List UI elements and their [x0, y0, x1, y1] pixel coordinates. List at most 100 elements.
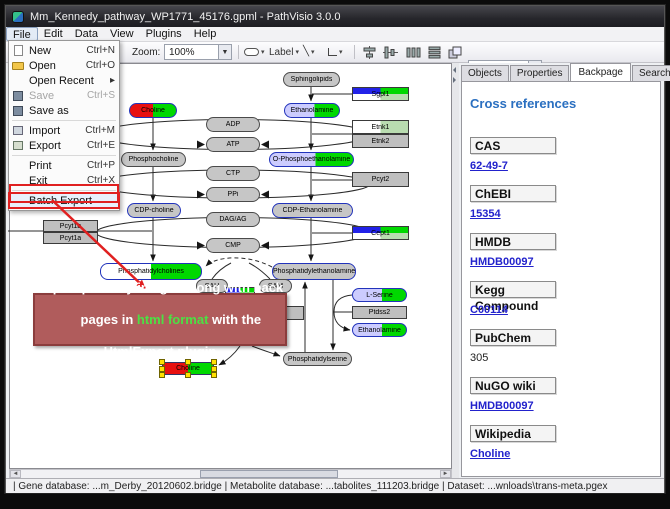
file-menu-item-new[interactable]: NewCtrl+N — [9, 43, 119, 58]
chevron-down-icon[interactable]: ▼ — [218, 45, 231, 59]
tab-search[interactable]: Search — [632, 65, 670, 81]
pathway-node-choline-top[interactable]: Choline — [129, 103, 177, 118]
pathway-node-o-phosphoethanolamine[interactable]: O-Phosphoethanolamine — [269, 152, 354, 167]
align-center-horizontal-icon — [362, 46, 377, 59]
batch-export-highlight-box — [9, 184, 119, 203]
file-menu-item-open-recent[interactable]: Open Recent▸ — [9, 73, 119, 88]
chevron-down-icon[interactable]: ▾ — [311, 48, 315, 56]
pathway-node-pcyt2[interactable]: Pcyt2 — [352, 172, 409, 187]
pathway-node-cdp-choline[interactable]: CDP-choline — [127, 203, 181, 218]
pathway-node-ethanolamine-bottom[interactable]: Ethanolamine — [352, 323, 407, 337]
align-center-horizontal-button[interactable] — [362, 44, 377, 60]
pathway-node-ctp[interactable]: CTP — [206, 166, 260, 181]
pathway-node-ethanolamine-top[interactable]: Ethanolamine — [284, 103, 340, 118]
selection-handle[interactable] — [159, 372, 165, 378]
pathway-node-phosphocholine[interactable]: Phosphocholine — [121, 152, 186, 167]
cross-reference-link[interactable]: C00114 — [470, 304, 508, 316]
line-tool-button[interactable]: ╲ ▾ — [303, 44, 315, 60]
section-title: HMDB — [470, 233, 556, 250]
cross-reference-link[interactable]: 15354 — [470, 208, 501, 220]
selection-handle[interactable] — [185, 359, 191, 365]
panel-splitter[interactable] — [452, 63, 459, 479]
pathway-node-dag[interactable]: DAG/AG — [206, 212, 260, 227]
pathway-node-pcyt1a[interactable]: Pcyt1a — [43, 232, 98, 244]
bring-to-front-button[interactable] — [448, 44, 462, 60]
menu-file[interactable]: File — [6, 27, 38, 41]
pathway-node-sgpl1[interactable]: Sgpl1 — [352, 87, 409, 101]
node-label: O-Phosphoethanolamine — [273, 156, 350, 163]
menu-view[interactable]: View — [104, 27, 140, 41]
pathway-node-sphingolipids[interactable]: Sphingolipids — [283, 72, 340, 87]
file-menu-item-save[interactable]: SaveCtrl+S — [9, 88, 119, 103]
pathway-node-pcyt1b[interactable]: Pcyt1b — [43, 220, 98, 232]
pathway-node-etnk2[interactable]: Etnk2 — [352, 134, 409, 148]
menu-shortcut: Ctrl+S — [87, 90, 115, 101]
cross-reference-link[interactable]: 62-49-7 — [470, 160, 508, 172]
node-label: Choline — [141, 107, 165, 114]
scrollbar-thumb[interactable] — [200, 470, 338, 478]
distribute-vertical-button[interactable] — [427, 44, 442, 60]
pathway-node-etnk1[interactable]: Etnk1 — [352, 120, 409, 134]
toolbar-separator — [238, 45, 239, 59]
scroll-right-icon[interactable]: ► — [440, 470, 451, 478]
file-menu-item-open[interactable]: OpenCtrl+O — [9, 58, 119, 73]
blank-icon — [11, 160, 25, 172]
pathway-node-l-serine[interactable]: L-Serine — [352, 288, 407, 302]
selection-handle[interactable] — [211, 366, 217, 372]
cross-reference-link[interactable]: HMDB00097 — [470, 400, 534, 412]
connector-tool-button[interactable]: ▾ — [328, 44, 343, 60]
menu-help[interactable]: Help — [188, 27, 223, 41]
cross-reference-link[interactable]: HMDB00097 — [470, 256, 534, 268]
menu-data[interactable]: Data — [69, 27, 104, 41]
tab-objects[interactable]: Objects — [461, 65, 509, 81]
chevron-down-icon[interactable]: ▾ — [339, 48, 343, 56]
distribute-vertical-icon — [427, 46, 442, 59]
collapse-left-icon[interactable] — [453, 67, 456, 73]
pathway-node-cdp-ethanolamine[interactable]: CDP-Ethanolamine — [272, 203, 353, 218]
pathway-node-adp[interactable]: ADP — [206, 117, 260, 132]
tab-properties[interactable]: Properties — [510, 65, 570, 81]
file-menu-item-save-as[interactable]: Save as — [9, 103, 119, 118]
node-label: CTP — [226, 170, 240, 177]
node-label: CDP-Ethanolamine — [283, 207, 343, 214]
align-center-vertical-button[interactable] — [383, 44, 398, 60]
tab-backpage[interactable]: Backpage — [570, 63, 630, 81]
zoom-combobox[interactable]: 100% ▼ — [164, 44, 232, 60]
title-bar[interactable]: Mm_Kennedy_pathway_WP1771_45176.gpml - P… — [6, 6, 664, 27]
selection-handle[interactable] — [185, 372, 191, 378]
backpage-panel[interactable]: Cross references CAS62-49-7ChEBI15354HMD… — [461, 81, 661, 477]
node-label: Pcyt2 — [372, 176, 390, 183]
datanode-icon — [244, 48, 259, 56]
label-tool-button[interactable]: Label ▾ — [269, 44, 299, 60]
node-label: Choline — [176, 365, 200, 372]
selection-handle[interactable] — [211, 372, 217, 378]
menu-item-label: Print — [29, 160, 87, 172]
pathway-node-ppi[interactable]: PPi — [206, 187, 260, 202]
menu-edit[interactable]: Edit — [38, 27, 69, 41]
menu-plugins[interactable]: Plugins — [140, 27, 188, 41]
section-title: Wikipedia — [470, 425, 556, 442]
file-menu-item-print[interactable]: PrintCtrl+P — [9, 158, 119, 173]
pathway-node-choline-bottom[interactable]: Choline — [162, 362, 214, 375]
selection-handle[interactable] — [211, 359, 217, 365]
pathway-node-phosphatidylethanolamine[interactable]: Phosphatidylethanolamine — [272, 263, 356, 280]
cross-reference-link[interactable]: Choline — [470, 448, 510, 460]
pathway-node-atp[interactable]: ATP — [206, 137, 260, 152]
file-menu-item-import[interactable]: ImportCtrl+M — [9, 123, 119, 138]
chevron-down-icon[interactable]: ▾ — [261, 48, 265, 56]
scroll-left-icon[interactable]: ◄ — [10, 470, 21, 478]
node-label: Sgpl1 — [372, 91, 390, 98]
chevron-down-icon[interactable]: ▾ — [295, 48, 299, 56]
selection-handle[interactable] — [159, 359, 165, 365]
file-menu-item-export[interactable]: ExportCtrl+E — [9, 138, 119, 153]
pathway-node-phosphatidylserine[interactable]: Phosphatidylserine — [283, 352, 352, 366]
pathway-node-ptdss2[interactable]: Ptdss2 — [352, 306, 407, 319]
datanode-tool-button[interactable]: ▾ — [244, 44, 265, 60]
pathway-node-cmp[interactable]: CMP — [206, 238, 260, 253]
selection-handle[interactable] — [159, 366, 165, 372]
line-tool-icon: ╲ — [303, 47, 309, 57]
distribute-horizontal-button[interactable] — [406, 44, 421, 60]
pathway-node-cept1[interactable]: Cept1 — [352, 226, 409, 240]
collapse-right-icon[interactable] — [453, 77, 456, 83]
pathway-node-phosphatidylcholines[interactable]: Phosphatidylcholines — [100, 263, 202, 280]
